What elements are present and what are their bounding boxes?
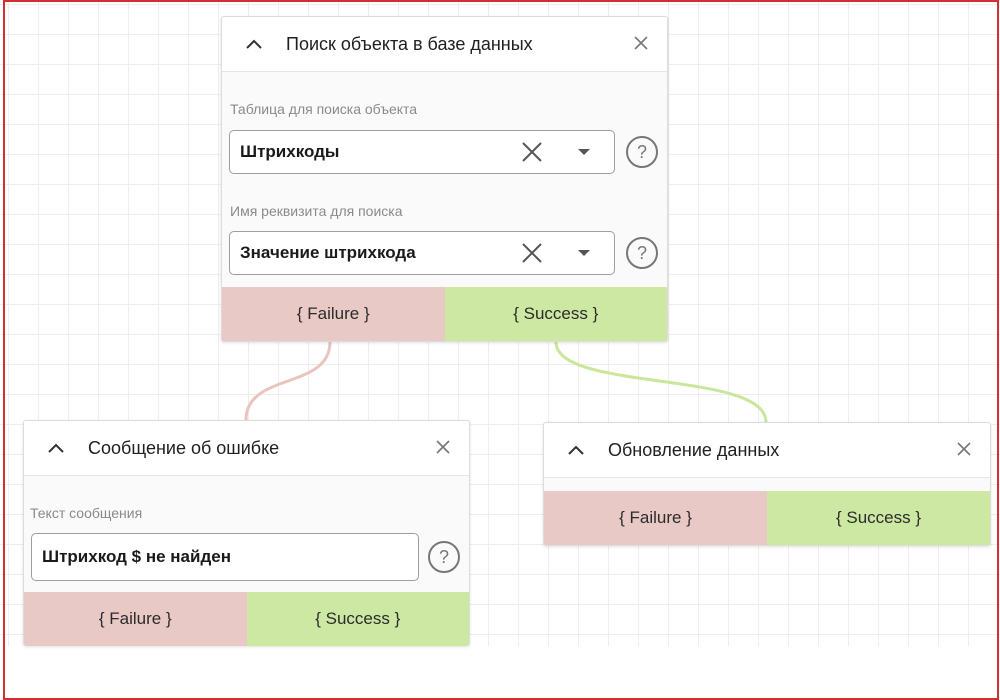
node-outputs: { Failure } { Success } — [24, 592, 469, 646]
table-select[interactable]: Штрихкоды — [229, 130, 615, 174]
node-header: Сообщение об ошибке — [24, 421, 469, 476]
message-field-label: Текст сообщения — [30, 505, 143, 521]
failure-connector — [244, 341, 332, 421]
node-title: Поиск объекта в базе данных — [286, 33, 533, 54]
chevron-up-icon[interactable] — [236, 26, 272, 62]
clear-icon[interactable] — [518, 138, 546, 166]
dropdown-arrow-icon[interactable] — [574, 142, 594, 162]
node-error-message[interactable]: Сообщение об ошибке Текст сообщения Штри… — [23, 420, 470, 646]
attr-select[interactable]: Значение штрихкода — [229, 231, 615, 275]
success-output[interactable]: { Success } — [246, 592, 469, 646]
node-title: Сообщение об ошибке — [88, 437, 280, 458]
failure-output[interactable]: { Failure } — [222, 287, 445, 341]
close-icon[interactable] — [629, 31, 653, 55]
clear-icon[interactable] — [518, 239, 546, 267]
node-header: Обновление данных — [544, 423, 990, 478]
help-icon[interactable]: ? — [624, 134, 660, 170]
svg-text:?: ? — [439, 547, 449, 567]
success-output[interactable]: { Success } — [767, 491, 990, 545]
attr-field-label: Имя реквизита для поиска — [230, 203, 403, 219]
node-search-object[interactable]: Поиск объекта в базе данных Таблица для … — [221, 16, 668, 342]
table-select-value: Штрихкоды — [240, 142, 340, 161]
table-field-label: Таблица для поиска объекта — [230, 101, 418, 117]
node-title: Обновление данных — [608, 439, 780, 460]
success-connector — [554, 341, 768, 423]
node-outputs: { Failure } { Success } — [544, 491, 990, 545]
svg-text:?: ? — [637, 243, 647, 263]
dropdown-arrow-icon[interactable] — [574, 243, 594, 263]
message-input[interactable]: Штрихкод $ не найден — [31, 533, 419, 581]
close-icon[interactable] — [431, 435, 455, 459]
success-output[interactable]: { Success } — [444, 287, 667, 341]
attr-select-value: Значение штрихкода — [240, 243, 416, 262]
node-header: Поиск объекта в базе данных — [222, 17, 667, 72]
close-icon[interactable] — [952, 437, 976, 461]
node-update-data[interactable]: Обновление данных { Failure } { Success … — [543, 422, 991, 546]
chevron-up-icon[interactable] — [558, 432, 594, 468]
svg-text:?: ? — [637, 142, 647, 162]
chevron-up-icon[interactable] — [38, 430, 74, 466]
failure-output[interactable]: { Failure } — [24, 592, 247, 646]
node-outputs: { Failure } { Success } — [222, 287, 667, 341]
help-icon[interactable]: ? — [624, 235, 660, 271]
message-input-value: Штрихкод $ не найден — [42, 547, 231, 566]
help-icon[interactable]: ? — [426, 539, 462, 575]
failure-output[interactable]: { Failure } — [544, 491, 767, 545]
